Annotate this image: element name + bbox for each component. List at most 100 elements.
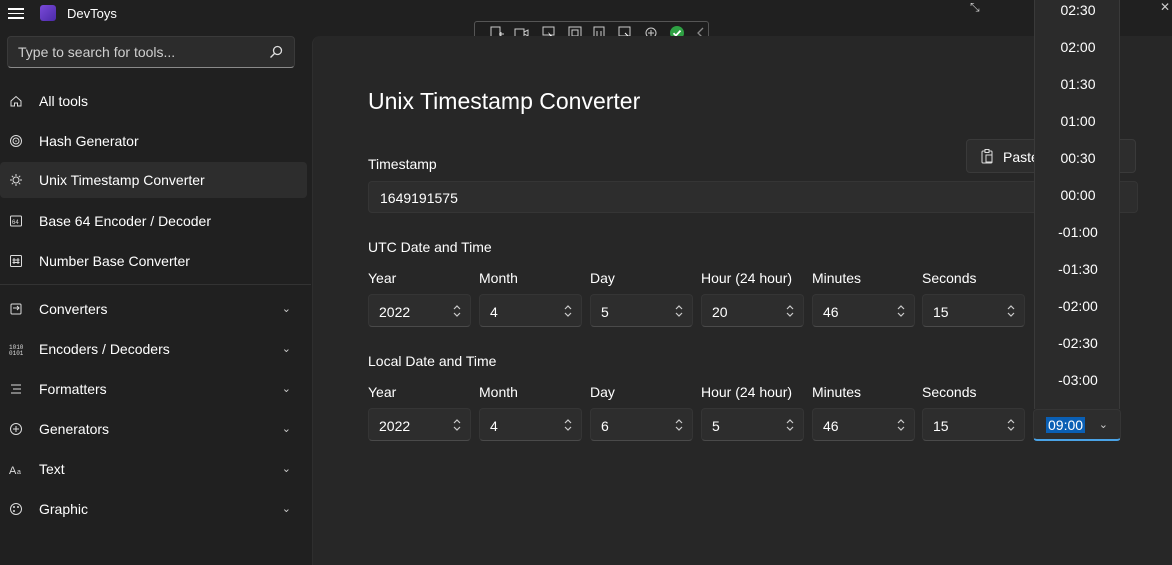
utc-day-stepper[interactable]: 5	[590, 294, 693, 327]
up-down-arrows-icon[interactable]	[1006, 416, 1016, 434]
local-hour-label: Hour (24 hour)	[701, 384, 793, 400]
hash-icon	[10, 255, 22, 267]
chevron-down-icon: ⌄	[1098, 419, 1108, 431]
sidebar-item-label: Generators	[39, 421, 110, 437]
up-down-arrows-icon[interactable]	[785, 416, 795, 434]
sidebar-group-encoders-decoders[interactable]: 1010 0101 Encoders / Decoders ⌄	[0, 331, 307, 367]
up-down-arrows-icon[interactable]	[563, 302, 573, 320]
timezone-option[interactable]: -01:30	[1035, 261, 1121, 277]
timezone-select[interactable]: 09:00 ⌄	[1033, 409, 1121, 441]
app-title: DevToys	[67, 6, 117, 21]
sun-clock-icon	[10, 174, 22, 186]
local-minutes-stepper[interactable]: 46	[812, 408, 915, 441]
local-hour-value: 5	[712, 418, 720, 434]
timestamp-value: 1649191575	[380, 190, 458, 206]
restore-icon[interactable]: ⤡	[970, 0, 980, 15]
utc-month-label: Month	[479, 270, 518, 286]
text-icon: Aa	[9, 465, 21, 476]
up-down-arrows-icon[interactable]	[896, 416, 906, 434]
utc-section-title: UTC Date and Time	[368, 239, 492, 255]
utc-hour-stepper[interactable]: 20	[701, 294, 804, 327]
up-down-arrows-icon[interactable]	[1006, 302, 1016, 320]
local-day-value: 6	[601, 418, 609, 434]
sidebar-item-all-tools[interactable]: All tools	[0, 83, 307, 119]
timezone-option[interactable]: -02:00	[1035, 298, 1121, 314]
sidebar-group-converters[interactable]: Converters ⌄	[0, 291, 307, 327]
local-day-label: Day	[590, 384, 615, 400]
sidebar-item-label: Hash Generator	[39, 133, 139, 149]
sidebar-group-formatters[interactable]: Formatters ⌄	[0, 371, 307, 407]
timestamp-label: Timestamp	[368, 156, 437, 172]
utc-year-stepper[interactable]: 2022	[368, 294, 471, 327]
timezone-option[interactable]: -03:00	[1035, 372, 1121, 388]
sidebar-item-hash-generator[interactable]: Hash Generator	[0, 123, 307, 159]
timezone-option[interactable]: 02:30	[1035, 2, 1121, 18]
local-month-label: Month	[479, 384, 518, 400]
palette-icon	[10, 503, 22, 515]
close-icon[interactable]: ✕	[1160, 0, 1170, 14]
search-input[interactable]	[18, 44, 258, 60]
sidebar-item-label: Formatters	[39, 381, 107, 397]
sidebar-item-label: Converters	[39, 301, 108, 317]
local-month-value: 4	[490, 418, 498, 434]
utc-hour-label: Hour (24 hour)	[701, 270, 793, 286]
clipboard-icon	[981, 149, 993, 164]
utc-seconds-stepper[interactable]: 15	[922, 294, 1025, 327]
up-down-arrows-icon[interactable]	[674, 416, 684, 434]
sidebar-group-generators[interactable]: Generators ⌄	[0, 411, 307, 447]
sidebar-item-label: Number Base Converter	[39, 253, 190, 269]
sidebar-item-unix-timestamp-converter[interactable]: Unix Timestamp Converter	[0, 162, 307, 198]
sidebar-item-base64[interactable]: 64 Base 64 Encoder / Decoder	[0, 203, 307, 239]
timezone-option[interactable]: -02:30	[1035, 335, 1121, 351]
sidebar-item-label: Text	[39, 461, 65, 477]
timezone-dropdown-list: 02:30 02:00 01:30 01:00 00:30 00:00 -01:…	[1034, 0, 1120, 409]
timezone-option[interactable]: 00:00	[1035, 187, 1121, 203]
timezone-option[interactable]: -01:00	[1035, 224, 1121, 240]
utc-minutes-stepper[interactable]: 46	[812, 294, 915, 327]
utc-month-value: 4	[490, 304, 498, 320]
timestamp-input[interactable]: 1649191575	[368, 181, 1138, 213]
local-seconds-stepper[interactable]: 15	[922, 408, 1025, 441]
sidebar-group-graphic[interactable]: Graphic ⌄	[0, 491, 307, 527]
svg-text:0101: 0101	[9, 350, 23, 356]
local-year-label: Year	[368, 384, 397, 400]
list-icon	[11, 384, 21, 394]
page-title: Unix Timestamp Converter	[368, 88, 641, 114]
local-day-stepper[interactable]: 6	[590, 408, 693, 441]
utc-seconds-label: Seconds	[922, 270, 977, 286]
chevron-down-icon: ⌄	[281, 463, 291, 475]
binary-icon: 10100101	[9, 344, 23, 356]
utc-seconds-value: 15	[933, 304, 949, 320]
up-down-arrows-icon[interactable]	[674, 302, 684, 320]
chevron-down-icon: ⌄	[281, 503, 291, 515]
local-minutes-label: Minutes	[812, 384, 862, 400]
up-down-arrows-icon[interactable]	[563, 416, 573, 434]
sidebar-item-label: All tools	[39, 93, 89, 109]
utc-day-label: Day	[590, 270, 615, 286]
utc-month-stepper[interactable]: 4	[479, 294, 582, 327]
local-month-stepper[interactable]: 4	[479, 408, 582, 441]
up-down-arrows-icon[interactable]	[785, 302, 795, 320]
up-down-arrows-icon[interactable]	[452, 302, 462, 320]
timezone-value: 09:00	[1046, 417, 1086, 433]
timezone-option[interactable]: 01:30	[1035, 76, 1121, 92]
devtoys-logo-icon	[40, 5, 56, 21]
chevron-down-icon: ⌄	[281, 383, 291, 395]
tool-search-box[interactable]	[7, 36, 295, 68]
search-icon[interactable]	[268, 44, 284, 60]
timezone-option[interactable]: 00:30	[1035, 150, 1121, 166]
sidebar-item-label: Base 64 Encoder / Decoder	[39, 213, 211, 229]
sidebar-item-label: Encoders / Decoders	[39, 341, 170, 357]
up-down-arrows-icon[interactable]	[896, 302, 906, 320]
sidebar-item-number-base-converter[interactable]: Number Base Converter	[0, 243, 307, 279]
local-year-value: 2022	[379, 418, 411, 434]
up-down-arrows-icon[interactable]	[452, 416, 462, 434]
local-hour-stepper[interactable]: 5	[701, 408, 804, 441]
timezone-option[interactable]: 02:00	[1035, 39, 1121, 55]
sidebar-item-label: Graphic	[39, 501, 89, 517]
menu-icon[interactable]	[8, 6, 24, 20]
local-year-stepper[interactable]: 2022	[368, 408, 471, 441]
svg-text:A: A	[9, 465, 17, 476]
timezone-option[interactable]: 01:00	[1035, 113, 1121, 129]
sidebar-group-text[interactable]: Aa Text ⌄	[0, 451, 307, 487]
